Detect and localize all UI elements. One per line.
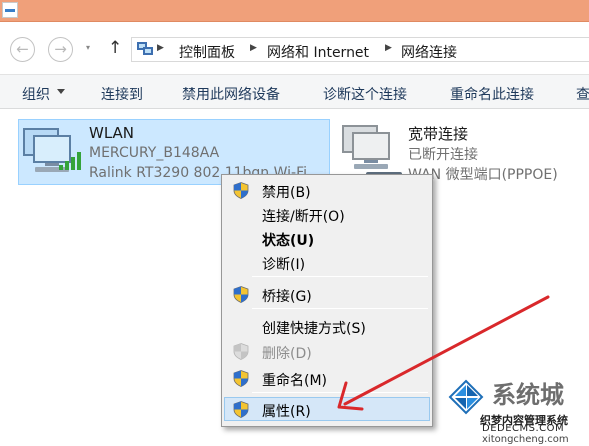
breadcrumb-network-internet[interactable]: 网络和 Internet (267, 42, 369, 62)
breadcrumb-separator[interactable]: ▶ (157, 43, 164, 53)
back-button[interactable]: ← (10, 37, 35, 62)
menu-item-label: 状态(U) (262, 233, 315, 249)
site-logo-icon (448, 379, 484, 415)
connect-to-button[interactable]: 连接到 (101, 84, 143, 104)
disable-device-button[interactable]: 禁用此网络设备 (182, 84, 280, 104)
organize-dropdown-arrow-icon[interactable] (57, 89, 65, 94)
navigation-bar: ← → ▾ ↑ ▶ 控制面板 ▶ 网络和 Internet ▶ 网络连接 (0, 22, 589, 74)
watermark-url: xitongcheng.com (482, 434, 569, 445)
watermark-title: 系统城 (492, 380, 564, 409)
uac-shield-icon (233, 370, 249, 387)
diagnose-connection-button[interactable]: 诊断这个连接 (323, 84, 407, 104)
connection-name: 宽带连接 (408, 125, 469, 143)
up-button[interactable]: ↑ (108, 37, 122, 59)
connection-name: WLAN (89, 124, 135, 142)
forward-button[interactable]: → (48, 37, 73, 62)
menu-item-bridge[interactable]: 桥接(G) (224, 282, 430, 306)
rename-connection-button[interactable]: 重命名此连接 (450, 84, 534, 104)
menu-item-label: 桥接(G) (262, 289, 312, 305)
window-title-bar[interactable] (0, 0, 589, 22)
uac-shield-icon (233, 286, 249, 303)
uac-shield-icon (233, 182, 249, 199)
menu-item-label: 重命名(M) (262, 373, 328, 389)
menu-item-delete: 删除(D) (224, 339, 430, 363)
watermark: 系统城 织梦内容管理系统 DEDECMS.COM xitongcheng.com (446, 373, 589, 446)
watermark-site: DEDECMS.COM (482, 423, 565, 434)
menu-item-disable[interactable]: 禁用(B) (224, 178, 430, 202)
connection-status: 已断开连接 (408, 147, 478, 163)
menu-item-connect-disconnect[interactable]: 连接/断开(O) (224, 202, 430, 226)
menu-separator (252, 276, 428, 277)
uac-shield-icon (233, 401, 249, 418)
organize-menu[interactable]: 组织 (22, 84, 50, 104)
breadcrumb-network-connections[interactable]: 网络连接 (401, 42, 457, 62)
menu-item-label: 诊断(I) (262, 257, 306, 273)
menu-item-label: 属性(R) (262, 404, 311, 420)
recent-locations-dropdown[interactable]: ▾ (86, 43, 90, 52)
menu-item-diagnose[interactable]: 诊断(I) (224, 250, 430, 274)
menu-item-create-shortcut[interactable]: 创建快捷方式(S) (224, 314, 430, 338)
menu-item-rename[interactable]: 重命名(M) (224, 366, 430, 390)
menu-separator (252, 308, 428, 309)
network-adapter-icon (342, 125, 398, 171)
network-location-icon (137, 42, 153, 56)
menu-separator (252, 392, 428, 393)
menu-item-status[interactable]: 状态(U) (224, 226, 430, 250)
menu-item-label: 创建快捷方式(S) (262, 321, 366, 337)
window-system-icon[interactable] (2, 2, 18, 18)
connection-network: MERCURY_B148AA (89, 145, 220, 161)
view-status-button[interactable]: 查 (576, 84, 589, 104)
breadcrumb-separator[interactable]: ▶ (250, 43, 257, 53)
breadcrumb-control-panel[interactable]: 控制面板 (179, 42, 235, 62)
menu-item-label: 禁用(B) (262, 185, 311, 201)
breadcrumb-separator[interactable]: ▶ (385, 43, 392, 53)
uac-shield-icon (233, 343, 249, 360)
menu-item-properties[interactable]: 属性(R) (224, 397, 430, 421)
menu-item-label: 连接/断开(O) (262, 209, 345, 225)
context-menu: 禁用(B) 连接/断开(O) 状态(U) 诊断(I) 桥接(G) 创建快捷方式(… (221, 174, 433, 427)
command-bar: 组织 连接到 禁用此网络设备 诊断这个连接 重命名此连接 查 (0, 74, 589, 109)
menu-item-label: 删除(D) (262, 346, 312, 362)
wifi-signal-icon (57, 152, 83, 170)
address-bar[interactable]: ▶ 控制面板 ▶ 网络和 Internet ▶ 网络连接 (131, 37, 589, 62)
